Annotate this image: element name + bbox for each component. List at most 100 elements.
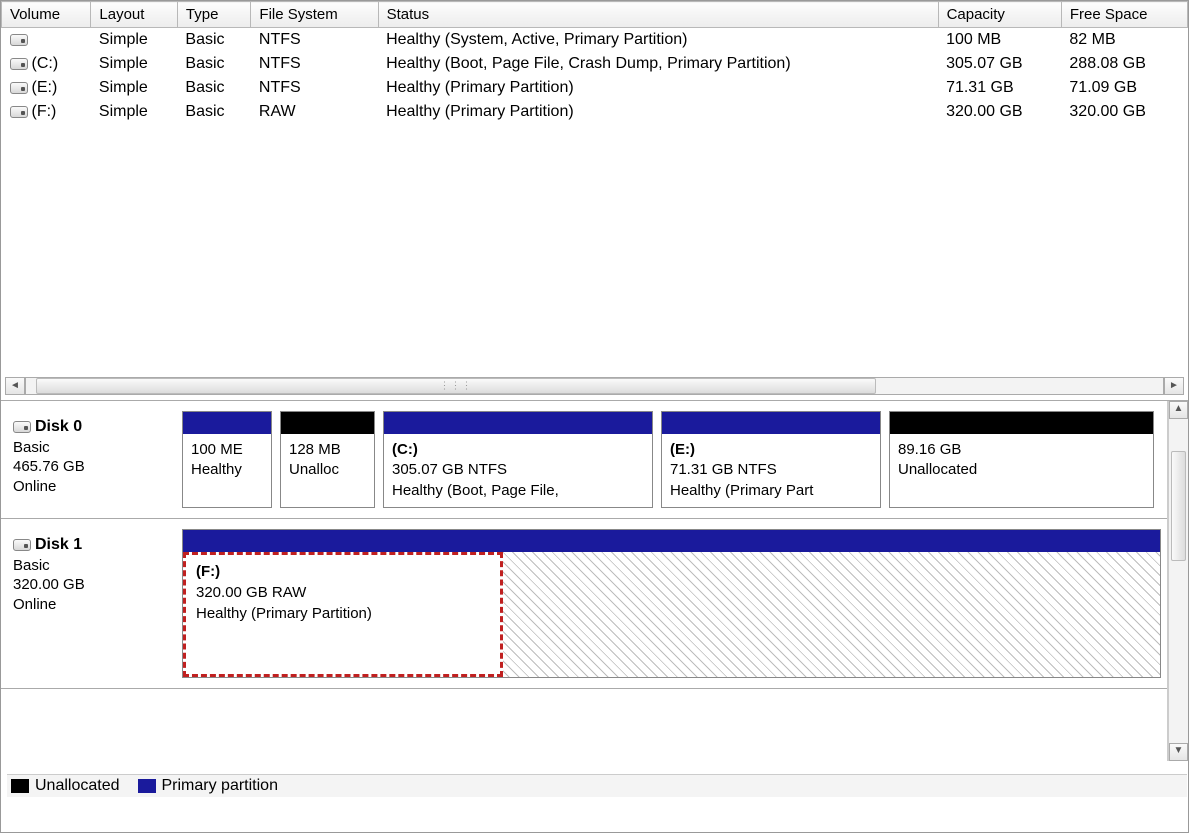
cell-free: 320.00 GB xyxy=(1061,100,1187,124)
disk-type: Basic xyxy=(13,556,170,576)
disk-info: Disk 1 Basic 320.00 GB Online xyxy=(9,529,174,678)
scroll-thumb[interactable] xyxy=(1171,451,1186,561)
partition-block[interactable]: 128 MB Unalloc xyxy=(280,411,375,508)
scroll-right-icon[interactable]: ► xyxy=(1164,377,1184,395)
legend: Unallocated Primary partition xyxy=(7,774,1187,797)
cell-layout: Simple xyxy=(91,28,178,53)
partition-size: 89.16 GB xyxy=(898,441,961,458)
disk-size: 320.00 GB xyxy=(13,575,170,595)
drive-icon xyxy=(10,82,28,94)
legend-swatch-unallocated xyxy=(11,779,29,793)
cell-free: 82 MB xyxy=(1061,28,1187,53)
partition-header-bar xyxy=(384,412,652,434)
disk-type: Basic xyxy=(13,438,170,458)
partition-size: 305.07 GB NTFS xyxy=(392,461,507,478)
cell-fs: NTFS xyxy=(251,76,378,100)
partition-size: 128 MB xyxy=(289,441,341,458)
table-row[interactable]: (F:) SimpleBasicRAWHealthy (Primary Parti… xyxy=(2,100,1188,124)
volume-table: Volume Layout Type File System Status Ca… xyxy=(1,1,1188,124)
partition-header-bar xyxy=(890,412,1153,434)
volume-list-pane: Volume Layout Type File System Status Ca… xyxy=(1,1,1188,401)
disk-info: Disk 0 Basic 465.76 GB Online xyxy=(9,411,174,508)
disk-row[interactable]: Disk 0 Basic 465.76 GB Online 100 ME Heal… xyxy=(1,401,1167,519)
partition-block[interactable]: (F:) 320.00 GB RAW Healthy (Primary Part… xyxy=(182,529,1161,678)
partition-header-bar xyxy=(662,412,880,434)
partition-status: Healthy xyxy=(191,461,242,478)
cell-type: Basic xyxy=(177,76,251,100)
cell-status: Healthy (System, Active, Primary Partiti… xyxy=(378,28,938,53)
partition-header-bar xyxy=(183,412,271,434)
cell-status: Healthy (Boot, Page File, Crash Dump, Pr… xyxy=(378,52,938,76)
volume-letter: (F:) xyxy=(32,103,57,120)
legend-label: Primary partition xyxy=(162,777,278,794)
disk-name: Disk 0 xyxy=(35,418,82,435)
horizontal-scrollbar[interactable]: ◄ ⋮⋮⋮ ► xyxy=(5,376,1184,396)
col-free[interactable]: Free Space xyxy=(1061,2,1187,28)
cell-status: Healthy (Primary Partition) xyxy=(378,76,938,100)
table-row[interactable]: (E:) SimpleBasicNTFSHealthy (Primary Part… xyxy=(2,76,1188,100)
cell-type: Basic xyxy=(177,28,251,53)
cell-fs: RAW xyxy=(251,100,378,124)
cell-layout: Simple xyxy=(91,52,178,76)
scroll-track[interactable]: ⋮⋮⋮ xyxy=(25,377,1164,395)
cell-type: Basic xyxy=(177,100,251,124)
disk-icon xyxy=(13,421,31,433)
partition-block[interactable]: 89.16 GB Unallocated xyxy=(889,411,1154,508)
partition-block[interactable]: (C:) 305.07 GB NTFS Healthy (Boot, Page Fi… xyxy=(383,411,653,508)
partition-label: (F:) xyxy=(196,563,220,580)
cell-capacity: 320.00 GB xyxy=(938,100,1061,124)
vertical-scrollbar[interactable]: ▲ ▼ xyxy=(1168,401,1188,761)
partition-status: Healthy (Primary Partition) xyxy=(196,605,372,622)
col-status[interactable]: Status xyxy=(378,2,938,28)
cell-status: Healthy (Primary Partition) xyxy=(378,100,938,124)
cell-capacity: 100 MB xyxy=(938,28,1061,53)
partition-block[interactable]: 100 ME Healthy xyxy=(182,411,272,508)
partition-size: 71.31 GB NTFS xyxy=(670,461,777,478)
scroll-thumb[interactable]: ⋮⋮⋮ xyxy=(36,378,876,394)
partition-status: Unalloc xyxy=(289,461,339,478)
cell-layout: Simple xyxy=(91,100,178,124)
disk-icon xyxy=(13,539,31,551)
partition-header-bar xyxy=(183,530,1160,552)
cell-free: 288.08 GB xyxy=(1061,52,1187,76)
cell-fs: NTFS xyxy=(251,52,378,76)
disk-graphical-pane: Disk 0 Basic 465.76 GB Online 100 ME Heal… xyxy=(1,401,1188,801)
drive-icon xyxy=(10,106,28,118)
col-layout[interactable]: Layout xyxy=(91,2,178,28)
col-fs[interactable]: File System xyxy=(251,2,378,28)
cell-layout: Simple xyxy=(91,76,178,100)
partition-status: Healthy (Boot, Page File, xyxy=(392,482,559,499)
partition-status: Healthy (Primary Part xyxy=(670,482,813,499)
partition-f-highlight[interactable]: (F:) 320.00 GB RAW Healthy (Primary Part… xyxy=(183,552,503,677)
volume-letter: (E:) xyxy=(32,79,58,96)
partition-label: (C:) xyxy=(392,441,418,458)
cell-fs: NTFS xyxy=(251,28,378,53)
partition-status: Unallocated xyxy=(898,461,977,478)
table-row[interactable]: (C:) SimpleBasicNTFSHealthy (Boot, Page F… xyxy=(2,52,1188,76)
partition-label: (E:) xyxy=(670,441,695,458)
scroll-left-icon[interactable]: ◄ xyxy=(5,377,25,395)
table-row[interactable]: SimpleBasicNTFSHealthy (System, Active, … xyxy=(2,28,1188,53)
col-capacity[interactable]: Capacity xyxy=(938,2,1061,28)
legend-label: Unallocated xyxy=(35,777,120,794)
drive-icon xyxy=(10,58,28,70)
volume-letter: (C:) xyxy=(32,55,59,72)
disk-row[interactable]: Disk 1 Basic 320.00 GB Online (F:) 320.0… xyxy=(1,519,1167,689)
legend-swatch-primary xyxy=(138,779,156,793)
disk-name: Disk 1 xyxy=(35,536,82,553)
scroll-down-icon[interactable]: ▼ xyxy=(1169,743,1188,761)
partition-block[interactable]: (E:) 71.31 GB NTFS Healthy (Primary Part xyxy=(661,411,881,508)
cell-capacity: 305.07 GB xyxy=(938,52,1061,76)
cell-free: 71.09 GB xyxy=(1061,76,1187,100)
col-type[interactable]: Type xyxy=(177,2,251,28)
scroll-up-icon[interactable]: ▲ xyxy=(1169,401,1188,419)
partition-size: 100 ME xyxy=(191,441,243,458)
disk-state: Online xyxy=(13,595,170,615)
disk-size: 465.76 GB xyxy=(13,457,170,477)
cell-type: Basic xyxy=(177,52,251,76)
col-volume[interactable]: Volume xyxy=(2,2,91,28)
disk-state: Online xyxy=(13,477,170,497)
drive-icon xyxy=(10,34,28,46)
partition-size: 320.00 GB RAW xyxy=(196,584,306,601)
partition-header-bar xyxy=(281,412,374,434)
